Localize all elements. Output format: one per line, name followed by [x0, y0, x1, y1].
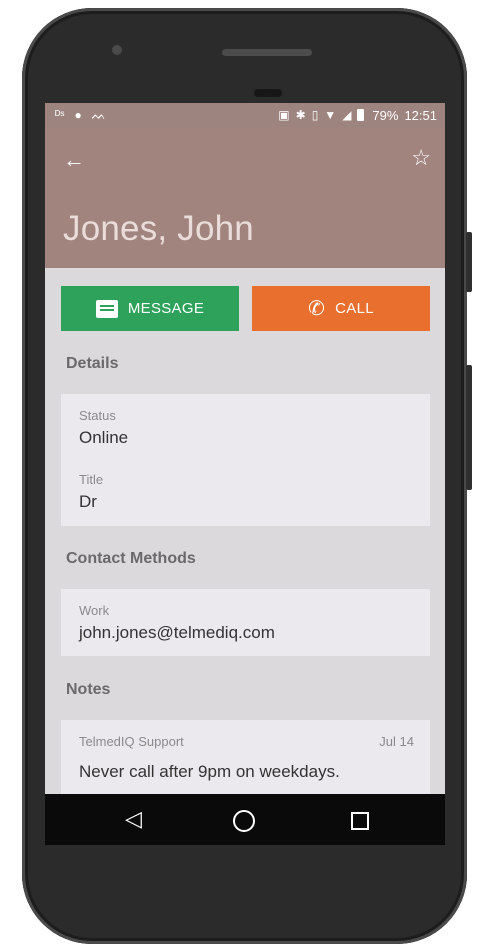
call-button[interactable]: ✆ CALL — [252, 286, 430, 331]
android-icon: ● — [74, 108, 82, 122]
details-card: Status Online Title Dr — [61, 394, 430, 526]
volume-button — [466, 365, 472, 490]
title-value: Dr — [79, 492, 97, 511]
mood-icon: ᨓ — [91, 108, 107, 122]
details-heading: Details — [66, 355, 119, 372]
cast-icon: ▣ — [278, 108, 290, 122]
call-button-label: CALL — [335, 300, 374, 317]
star-icon[interactable]: ☆ — [411, 147, 431, 169]
notes-heading: Notes — [66, 681, 111, 698]
contact-method-card[interactable]: Work john.jones@telmediq.com — [61, 589, 430, 656]
signal-icon: ◢ — [342, 108, 352, 122]
back-arrow-icon[interactable]: ← — [63, 149, 85, 171]
message-button-label: MESSAGE — [127, 300, 205, 317]
speaker-grille — [222, 49, 312, 56]
status-right-icons: ▣ ✱ ▯ ▼ ◢ 79% 12:51 — [278, 107, 437, 123]
vibrate-icon: ▯ — [311, 108, 319, 122]
message-button[interactable]: MESSAGE — [61, 286, 239, 331]
wifi-icon: ▼ — [324, 108, 337, 122]
work-label: Work — [79, 603, 110, 618]
battery-percent: 79% — [372, 107, 399, 123]
phone-icon: ✆ — [308, 297, 326, 320]
battery-icon — [357, 109, 365, 121]
note-card: TelmedIQ Support Jul 14 Never call after… — [61, 720, 430, 800]
ds-icon: ᴰˢ — [55, 108, 65, 122]
power-button — [466, 232, 472, 292]
work-email: john.jones@telmediq.com — [79, 623, 275, 642]
note-author: TelmedIQ Support — [79, 734, 184, 749]
nav-home-icon[interactable] — [233, 810, 255, 832]
clock: 12:51 — [404, 107, 437, 123]
note-text: Never call after 9pm on weekdays. — [79, 762, 340, 781]
android-nav-bar: ◁ — [45, 794, 445, 845]
nav-recents-icon[interactable] — [351, 812, 369, 830]
nav-back-icon[interactable]: ◁ — [125, 808, 142, 830]
app-bar: ← ☆ Jones, John — [45, 127, 445, 268]
screen: ᴰˢ ● ᨓ ▣ ✱ ▯ ▼ ◢ 79% 12:51 ← ☆ Jones, Jo… — [45, 103, 445, 845]
title-label: Title — [79, 472, 104, 487]
status-label: Status — [79, 408, 116, 423]
status-left-icons: ᴰˢ ● ᨓ — [55, 107, 106, 123]
note-date: Jul 14 — [379, 734, 414, 749]
bluetooth-icon: ✱ — [295, 108, 306, 122]
message-icon — [95, 299, 118, 318]
contact-methods-heading: Contact Methods — [66, 550, 196, 567]
status-value: Online — [79, 428, 129, 447]
earpiece — [254, 89, 282, 97]
contact-name: Jones, John — [63, 209, 254, 248]
status-bar: ᴰˢ ● ᨓ ▣ ✱ ▯ ▼ ◢ 79% 12:51 — [45, 103, 445, 127]
front-camera — [112, 45, 122, 55]
